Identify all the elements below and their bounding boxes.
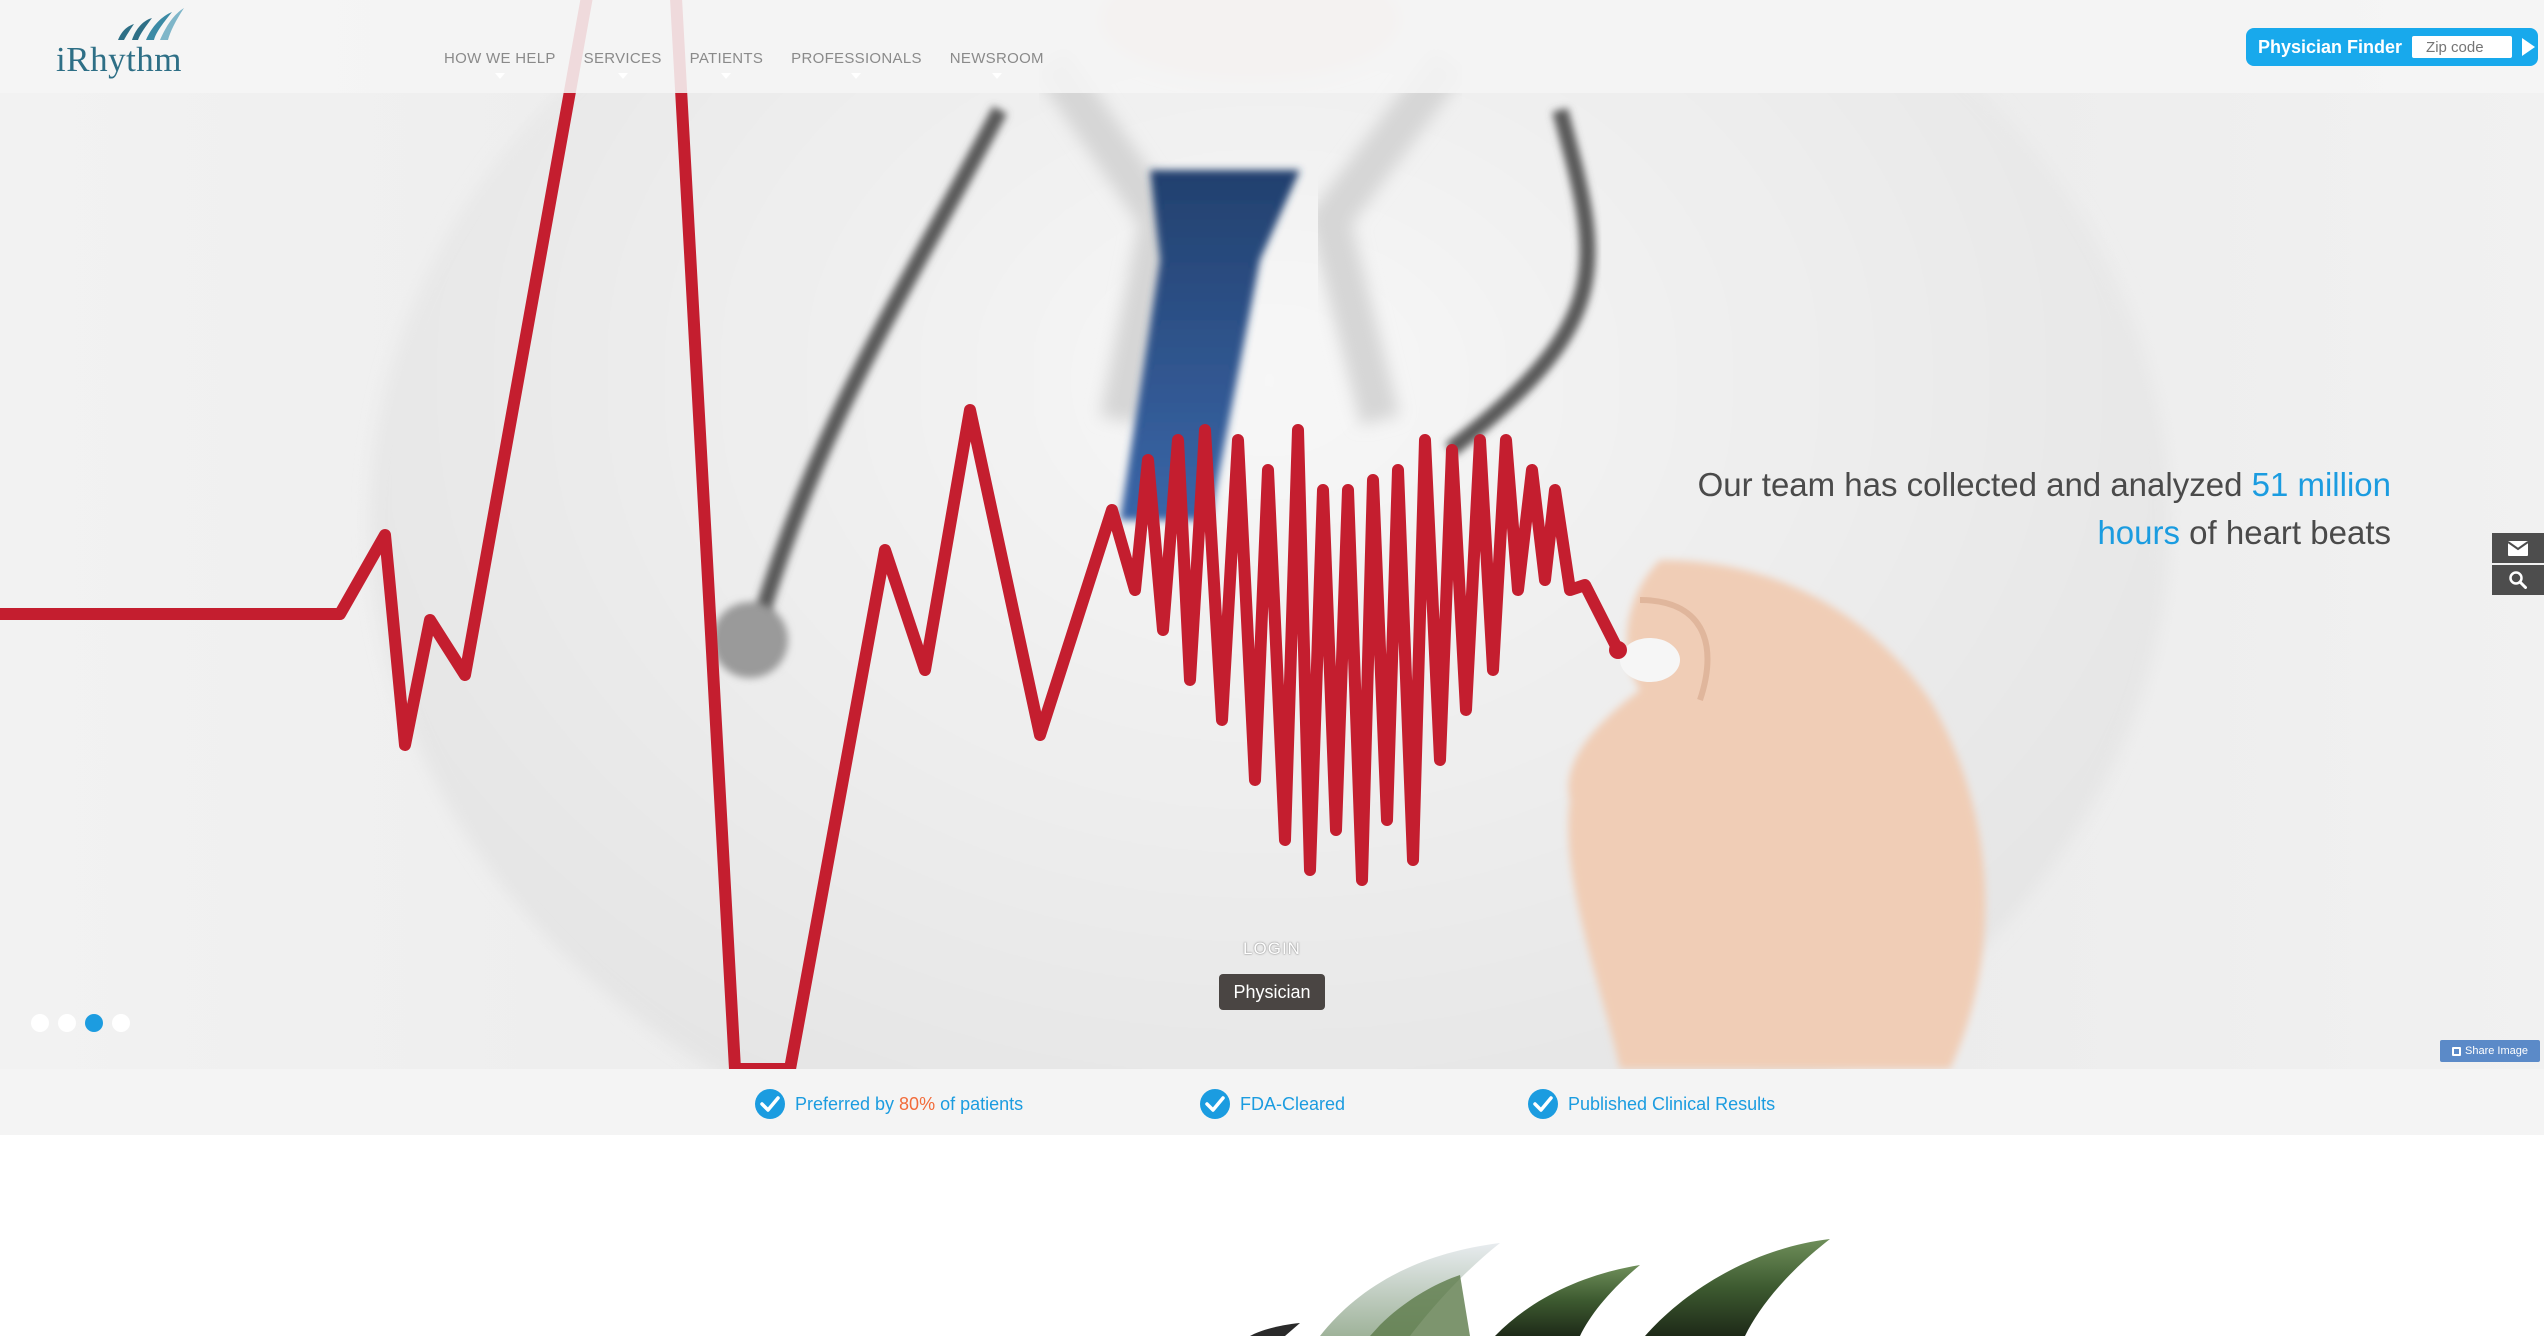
logo-waves-icon: [118, 8, 184, 40]
nav-item-label: PATIENTS: [689, 50, 764, 67]
share-icon: [2452, 1046, 2461, 1056]
side-toolbar: [2492, 533, 2544, 595]
physician-finder: Physician Finder: [2246, 28, 2538, 66]
headline-text: Our team has collected and analyzed: [1697, 466, 2252, 503]
slide-dot[interactable]: [58, 1014, 76, 1032]
caret-down-icon: [721, 73, 732, 79]
brand-waves-image: [1250, 1239, 1830, 1336]
nav-item-label: NEWSROOM: [949, 50, 1044, 67]
hero-banner: iRhythm HOW WE HELP SERVICES PATIENTS PR…: [0, 0, 2544, 1069]
slide-dot-active[interactable]: [85, 1014, 103, 1032]
login-label: LOGIN: [1243, 939, 1301, 958]
play-arrow-icon[interactable]: [2522, 38, 2536, 56]
search-icon: [2509, 571, 2527, 589]
slide-dot[interactable]: [31, 1014, 49, 1032]
caret-down-icon: [494, 73, 505, 79]
nav-item-patients[interactable]: PATIENTS: [676, 46, 778, 81]
headline-text: of heart beats: [2180, 514, 2391, 551]
zip-code-input[interactable]: [2412, 36, 2513, 58]
mail-button[interactable]: [2492, 533, 2544, 563]
nav-item-services[interactable]: SERVICES: [570, 46, 676, 81]
feature-clinical-results: Published Clinical Results: [1528, 1089, 1775, 1119]
nav-item-newsroom[interactable]: NEWSROOM: [936, 46, 1058, 81]
features-bar: Preferred by 80% of patients FDA-Cleared…: [0, 1069, 2544, 1135]
main-nav: HOW WE HELP SERVICES PATIENTS PROFESSION…: [430, 46, 1058, 81]
logo-text: iRhythm: [56, 40, 183, 79]
caret-down-icon: [617, 73, 628, 79]
headline-highlight: 51 million: [2251, 466, 2391, 503]
slide-dot[interactable]: [112, 1014, 130, 1032]
caret-down-icon: [851, 73, 862, 79]
physician-finder-label: Physician Finder: [2258, 36, 2403, 57]
feature-label: FDA-Cleared: [1240, 1093, 1346, 1114]
site-header: iRhythm HOW WE HELP SERVICES PATIENTS PR…: [0, 0, 2544, 93]
site-logo[interactable]: iRhythm: [52, 6, 192, 86]
nav-item-label: SERVICES: [583, 50, 662, 67]
headline-highlight: hours: [2097, 514, 2181, 551]
feature-label: Preferred by 80% of patients: [795, 1093, 1024, 1114]
nav-item-how-we-help[interactable]: HOW WE HELP: [430, 46, 570, 81]
check-icon: [755, 1089, 785, 1119]
bottom-section: [0, 1135, 2544, 1336]
check-icon: [1528, 1089, 1558, 1119]
search-button[interactable]: [2492, 565, 2544, 595]
nav-item-label: HOW WE HELP: [444, 50, 556, 67]
feature-label: Published Clinical Results: [1568, 1093, 1776, 1114]
nav-item-label: PROFESSIONALS: [791, 50, 922, 67]
nav-item-professionals[interactable]: PROFESSIONALS: [777, 46, 936, 81]
physician-login-button[interactable]: Physician: [1219, 974, 1325, 1010]
feature-highlight: 80%: [899, 1093, 936, 1114]
feature-preferred: Preferred by 80% of patients: [755, 1089, 1023, 1119]
caret-down-icon: [991, 73, 1002, 79]
mail-icon: [2508, 540, 2528, 556]
slider-dots: [31, 1014, 130, 1032]
share-image-button[interactable]: Share Image: [2440, 1040, 2540, 1062]
check-icon: [1200, 1089, 1230, 1119]
hero-headline: Our team has collected and analyzed 51 m…: [1631, 461, 2391, 557]
share-image-label: Share Image: [2465, 1045, 2528, 1057]
feature-fda-cleared: FDA-Cleared: [1200, 1089, 1345, 1119]
